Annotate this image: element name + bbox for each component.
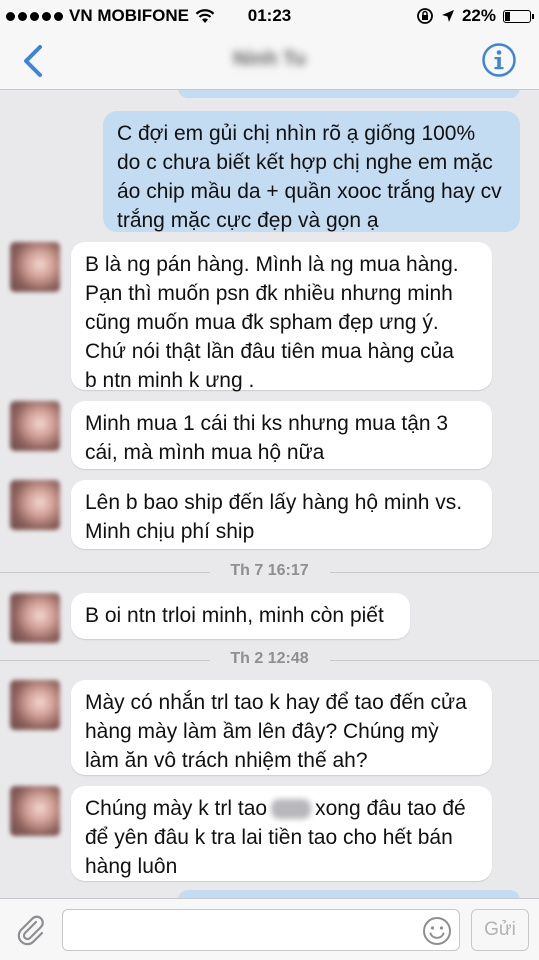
- message-line: để yên đâu k tra lai tiền tao cho hết bá…: [85, 826, 453, 849]
- avatar[interactable]: [10, 593, 60, 643]
- send-button[interactable]: Gửi: [471, 909, 529, 951]
- incoming-message[interactable]: Minh mua 1 cái thi ks nhưng mua tận 3 cá…: [71, 401, 492, 469]
- timestamp: Th 2 12:48: [230, 650, 309, 667]
- message-line: Pạn thì muốn psn đk nhiều nhưng minh: [85, 282, 453, 305]
- message-line: hàng mày làm ầm lên đây? Chúng mỳ: [85, 720, 439, 743]
- incoming-message[interactable]: Mày có nhắn trl tao k hay để tao đến cửa…: [71, 680, 492, 775]
- paperclip-icon[interactable]: [14, 913, 48, 947]
- emoji-icon[interactable]: [421, 915, 453, 947]
- outgoing-message[interactable]: C đợi em gủi chị nhìn rõ ạ giống 100% do…: [103, 111, 520, 232]
- message-text-part: xong đâu tao đé: [315, 797, 466, 820]
- message-line: áo chip mầu da + quần xooc trắng hay cv: [117, 180, 502, 203]
- battery-icon: [503, 9, 534, 23]
- message-line: Lên b bao ship đến lấy hàng hộ minh vs.: [85, 491, 463, 514]
- incoming-message[interactable]: B là ng pán hàng. Mình là ng mua hàng. P…: [71, 242, 492, 392]
- message-input[interactable]: [62, 909, 460, 951]
- avatar[interactable]: [10, 786, 60, 836]
- info-icon[interactable]: [481, 42, 517, 78]
- avatar[interactable]: [10, 242, 60, 292]
- status-right: 22%: [416, 6, 534, 26]
- message-line: B là ng pán hàng. Mình là ng mua hàng.: [85, 253, 459, 276]
- incoming-message[interactable]: Chúng mày k trl tao xong đâu tao đé để yê…: [71, 786, 492, 881]
- conversation-title: Ninh Tu: [233, 48, 306, 70]
- message-line: C đợi em gủi chị nhìn rõ ạ giống 100%: [117, 122, 476, 145]
- next-outgoing-bubble: [178, 890, 520, 898]
- message-line: cũng muốn mua đk spham đẹp ưng ý.: [85, 311, 439, 334]
- incoming-message[interactable]: B oi ntn trloi minh, minh còn piết: [71, 593, 410, 639]
- message-line: làm ăn vô trách nhiệm thế ah?: [85, 749, 368, 772]
- message-line: Mày có nhắn trl tao k hay để tao đến cửa: [85, 691, 467, 714]
- previous-outgoing-bubble: [178, 90, 520, 98]
- redacted-text: [271, 799, 312, 820]
- timestamp-divider: [330, 572, 539, 573]
- wifi-icon: [195, 9, 215, 23]
- input-bar: Gửi: [0, 898, 539, 960]
- battery-percent: 22%: [461, 6, 496, 25]
- message-thread[interactable]: C đợi em gủi chị nhìn rõ ạ giống 100% do…: [0, 90, 539, 898]
- battery-level: [505, 11, 511, 21]
- status-bar: VN MOBIFONE 01:23 22%: [0, 0, 539, 32]
- message-line: Chúng mày k trl tao xong đâu tao đé: [85, 794, 478, 823]
- avatar[interactable]: [10, 680, 60, 730]
- message-line: hàng luôn: [85, 855, 178, 878]
- message-line: Minh chịu phí ship: [85, 520, 255, 543]
- message-line: Chứ nói thật lần đâu tiên mua hàng của: [85, 340, 454, 363]
- message-line: B oi ntn trloi minh, minh còn piết: [85, 604, 384, 627]
- nav-bar: Ninh Tu: [0, 32, 539, 90]
- avatar[interactable]: [10, 401, 60, 451]
- message-text-part: Chúng mày k trl tao: [85, 797, 268, 820]
- message-line: Minh mua 1 cái thi ks nhưng mua tận 3: [85, 412, 449, 435]
- timestamp: Th 7 16:17: [230, 562, 309, 579]
- timestamp-divider: [330, 660, 539, 661]
- message-line: cái, mà mình mua hộ nữa: [85, 441, 325, 464]
- message-line: trắng mặc cực đẹp và gọn ạ: [117, 209, 379, 232]
- location-arrow-icon: [441, 10, 454, 22]
- message-line: do c chưa biết kết hợp chị nghe em mặc: [117, 151, 493, 174]
- orientation-lock-icon: [417, 8, 433, 24]
- carrier-name: VN MOBIFONE: [69, 6, 189, 25]
- incoming-message[interactable]: Lên b bao ship đến lấy hàng hộ minh vs. …: [71, 480, 492, 549]
- signal-strength-icon: [6, 11, 63, 21]
- status-left: VN MOBIFONE: [6, 6, 215, 26]
- message-line: b ntn minh k ưng .: [85, 369, 255, 392]
- avatar[interactable]: [10, 480, 60, 530]
